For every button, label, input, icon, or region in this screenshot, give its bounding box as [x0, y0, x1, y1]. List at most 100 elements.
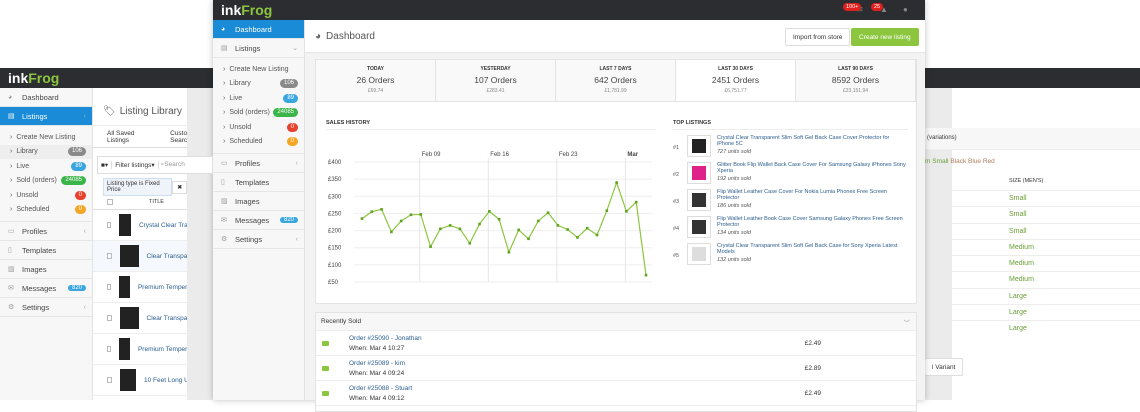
data-point: [536, 219, 540, 223]
sidebar-subitem[interactable]: › Sold (orders) 24085: [0, 174, 92, 189]
stat-tab-1[interactable]: YESTERDAY 107 Orders £283.41: [436, 60, 556, 101]
data-point: [615, 181, 618, 184]
overview-card: TODAY 26 Orders £69.74 YESTERDAY 107 Orders £…: [315, 59, 917, 304]
sidebar-subitem[interactable]: › Live 89: [0, 159, 92, 174]
create-new-listing-button[interactable]: Create new listing: [851, 28, 919, 46]
sidebar-item-dashboard[interactable]: ◕ Dashboard: [0, 88, 92, 107]
remove-filter-button[interactable]: ✖: [172, 180, 188, 194]
listing-title-link[interactable]: Flip Wallet Leather Case Cover For Nokia…: [717, 189, 887, 201]
messages-count-badge: 820: [279, 217, 298, 223]
listing-title-link[interactable]: Crystal Clear Transparent Slim Soft Gel …: [717, 135, 889, 147]
sidebar-item-listings[interactable]: ▤ Listings ‹: [0, 107, 92, 126]
recent-order-row[interactable]: Order #25090 - Jonathan When: Mar 4 10:27…: [316, 331, 916, 356]
filter-listings-dropdown[interactable]: Filter listings▾: [112, 161, 159, 169]
sidebar-item-templates[interactable]: ▯ Templates: [213, 173, 304, 192]
row-checkbox[interactable]: [107, 346, 111, 352]
data-point: [566, 228, 569, 231]
stat-tab-0[interactable]: TODAY 26 Orders £69.74: [316, 60, 436, 101]
sidebar-item-label: Messages: [22, 283, 57, 293]
tag-icon: 🏷: [103, 106, 116, 117]
order-link[interactable]: Order #25090 - Jonathan: [349, 335, 422, 342]
order-link[interactable]: Order #25088 - Stuart: [349, 385, 412, 392]
sidebar-item-dashboard[interactable]: ◕ Dashboard: [213, 20, 304, 39]
top-listings-title: TOP LISTINGS: [673, 120, 908, 130]
select-all-checkbox[interactable]: [107, 198, 113, 205]
sidebar-subitem[interactable]: › Scheduled 0: [213, 135, 304, 150]
user-icon[interactable]: ●: [903, 5, 908, 14]
sidebar-subitem[interactable]: › Create New Listing: [213, 62, 304, 77]
messages-icon: ✉: [221, 217, 227, 224]
data-point: [605, 209, 609, 212]
import-from-store-button[interactable]: Import from store: [785, 28, 851, 46]
sidebar-subitem[interactable]: › Unsold 0: [213, 120, 304, 135]
sidebar-item-listings[interactable]: ▤ Listings ⌄: [213, 39, 304, 58]
data-point: [409, 213, 413, 217]
product-thumbnail: [119, 369, 136, 391]
sidebar-item-settings[interactable]: ⚙ Settings ‹: [0, 298, 92, 317]
data-point: [625, 210, 628, 213]
mail-count-badge: 100+: [843, 3, 862, 11]
tab-all-saved[interactable]: All Saved Listings: [107, 130, 156, 144]
row-checkbox[interactable]: [107, 284, 111, 290]
listing-title-link[interactable]: Flip Wallet Leather Book Case Cover Sams…: [717, 216, 903, 228]
inkfrog-logo[interactable]: inkFrog: [221, 2, 272, 18]
top-listing-item: #3 Flip Wallet Leather Case Cover For Nok…: [673, 189, 888, 211]
sidebar-subitem[interactable]: › Library 106: [0, 144, 92, 159]
sidebar-item-profiles[interactable]: ▭ Profiles ‹: [0, 222, 92, 241]
dashboard-content: ◕ Dashboard Import from store Create new …: [305, 20, 925, 412]
settings-icon: ⚙: [8, 304, 15, 311]
stat-tab-3[interactable]: LAST 30 DAYS 2451 Orders £6,751.77: [676, 60, 796, 101]
chevron-icon: ‹: [83, 303, 86, 311]
row-checkbox[interactable]: [107, 315, 113, 321]
dashboard-window: inkFrog ✉ 100+ ▲ 25 ● ◕ Dashboard ▤ Listing…: [213, 0, 925, 412]
listing-title-link[interactable]: Glitter Book Flip Wallet Back Case Cover…: [717, 162, 906, 174]
sidebar-item-templates[interactable]: ▯ Templates: [0, 241, 92, 260]
sidebar-item-label: Dashboard: [235, 24, 272, 34]
row-checkbox[interactable]: [107, 377, 112, 383]
order-link[interactable]: Order #25089 - kim: [349, 360, 405, 367]
chevron-icon: ‹: [295, 159, 298, 167]
sidebar-item-images[interactable]: ▨ Images: [213, 192, 304, 211]
images-icon: ▨: [8, 266, 15, 273]
sidebar-item-messages[interactable]: ✉ Messages 820: [0, 279, 92, 298]
data-point: [585, 226, 589, 230]
sidebar-subitem[interactable]: › Sold (orders) 24085: [213, 106, 304, 121]
sidebar-subitem[interactable]: › Library 106: [213, 77, 304, 92]
sidebar-item-label: Profiles: [22, 226, 48, 236]
row-checkbox[interactable]: [107, 253, 113, 259]
recent-order-row[interactable]: Order #25088 - Stuart When: Mar 4 09:12 £2…: [316, 381, 916, 406]
sidebar-item-label: Messages: [235, 215, 270, 225]
stat-tab-2[interactable]: LAST 7 DAYS 642 Orders £1,781.99: [556, 60, 676, 101]
top-listing-item: #1 Crystal Clear Transparent Slim Soft Ge…: [673, 135, 890, 157]
chevron-icon: ‹: [83, 227, 86, 235]
y-tick-label: £200: [328, 229, 342, 235]
sidebar-item-label: Settings: [22, 302, 50, 312]
sidebar-item-profiles[interactable]: ▭ Profiles ‹: [213, 154, 304, 173]
count-badge: 0: [286, 122, 298, 132]
data-point: [429, 245, 432, 248]
stat-tab-4[interactable]: LAST 90 DAYS 8592 Orders £23,151.94: [796, 60, 916, 101]
sidebar-item-settings[interactable]: ⚙ Settings ‹: [213, 230, 304, 249]
variations-label: (variations): [925, 128, 1140, 150]
chevron-icon: ‹: [83, 112, 86, 120]
sidebar-item-messages[interactable]: ✉ Messages 820: [213, 211, 304, 230]
data-point: [439, 227, 442, 231]
row-checkbox[interactable]: [107, 222, 111, 228]
sidebar-item-images[interactable]: ▨ Images: [0, 260, 92, 279]
sidebar-subitem[interactable]: › Create New Listing: [0, 130, 92, 145]
variation-row: Small: [952, 206, 1140, 222]
sidebar-subitem[interactable]: › Unsold 0: [0, 188, 92, 203]
settings-icon: ⚙: [221, 236, 228, 243]
sidebar-subitem[interactable]: › Scheduled 0: [0, 203, 92, 218]
add-variant-button[interactable]: l Variant: [925, 358, 964, 376]
sidebar-subitem[interactable]: › Live 89: [213, 91, 304, 106]
inkfrog-logo[interactable]: inkFrog: [8, 70, 59, 86]
variation-row: Small: [952, 222, 1140, 239]
listing-title-link[interactable]: Crystal Clear Transparent Slim Soft Gel …: [717, 243, 897, 255]
recent-order-row[interactable]: Order #25089 - kim When: Mar 4 09:24 £2.89: [316, 356, 916, 381]
search-input[interactable]: ⌕Search: [159, 161, 187, 169]
collapse-chevron-icon[interactable]: ﹀: [904, 317, 911, 327]
folder-dropdown[interactable]: ■▾: [98, 161, 113, 169]
product-thumbnail: [687, 135, 711, 157]
count-badge: 0: [74, 190, 86, 200]
